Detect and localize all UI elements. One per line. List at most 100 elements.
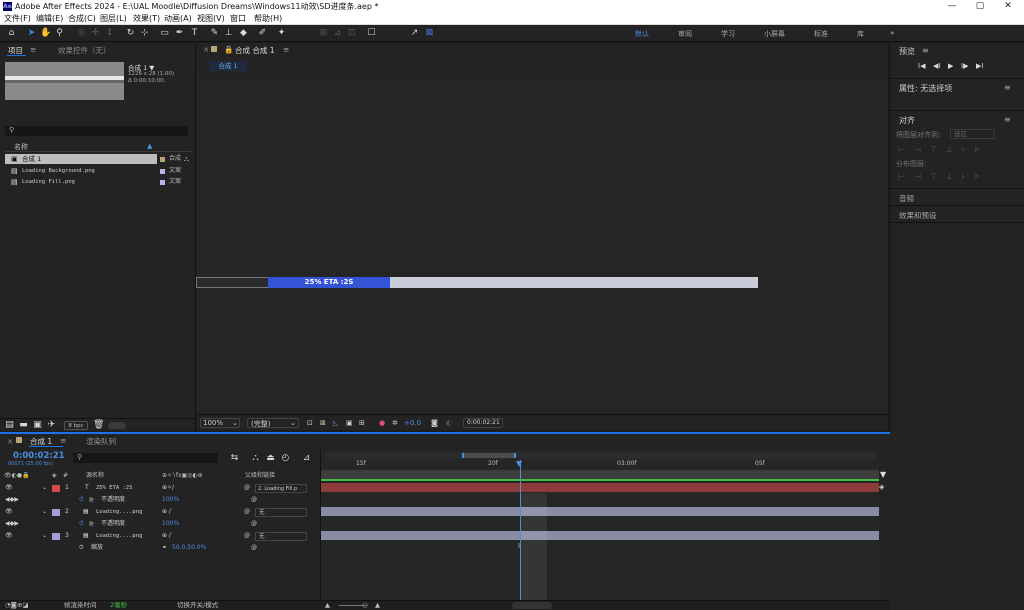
- exposure-icon[interactable]: ✲: [392, 419, 398, 427]
- graph-icon[interactable]: ⊵: [89, 494, 94, 506]
- home-icon[interactable]: ⌂: [6, 28, 17, 39]
- pen-tool-icon[interactable]: ✒: [174, 28, 185, 39]
- layer-duration-bar[interactable]: [321, 483, 879, 492]
- workspace-small-screen[interactable]: 小屏幕: [764, 29, 785, 39]
- prev-frame-button[interactable]: ◀I: [933, 62, 940, 70]
- first-frame-button[interactable]: I◀: [918, 62, 925, 70]
- project-item[interactable]: ▤ Loading Background.png 文案: [5, 166, 191, 176]
- rotate-tool-icon[interactable]: ↻: [125, 28, 136, 39]
- progress-bar-background-left[interactable]: [196, 277, 268, 288]
- menu-edit[interactable]: 编辑(E): [36, 14, 63, 24]
- zoom-out-icon[interactable]: ▲: [325, 601, 330, 610]
- parent-link-header[interactable]: 父级和链接: [245, 470, 275, 481]
- progress-bar-track[interactable]: [390, 277, 758, 288]
- rectangle-tool-icon[interactable]: ▭: [159, 28, 170, 39]
- comp-flowchart-icon[interactable]: ⇆: [229, 453, 240, 464]
- snap-checkbox[interactable]: ☐: [366, 28, 377, 39]
- work-area-end-icon[interactable]: ▼: [880, 470, 886, 479]
- fast-preview-icon[interactable]: ⊡: [307, 419, 313, 427]
- new-comp-icon[interactable]: ▣: [32, 420, 43, 431]
- parent-dropdown[interactable]: 无: [255, 508, 307, 517]
- thumbnail-slider[interactable]: [108, 422, 126, 429]
- stopwatch-icon[interactable]: ⏱: [79, 518, 84, 530]
- project-item[interactable]: ▣ 合成 1: [5, 154, 157, 164]
- workspace-more-button[interactable]: »: [890, 29, 894, 37]
- minimize-button[interactable]: —: [938, 0, 966, 13]
- snap-grid-icon[interactable]: ⊠: [424, 28, 435, 39]
- work-area-bar[interactable]: [321, 470, 879, 479]
- comp-breadcrumb[interactable]: 合成 1: [209, 61, 247, 71]
- menu-window[interactable]: 窗口: [230, 14, 246, 24]
- last-frame-button[interactable]: ▶I: [976, 62, 983, 70]
- table-row[interactable]: ◀◆▶ ⏱ ⊵ 不透明度 100% @: [0, 494, 320, 506]
- menu-layer[interactable]: 图层(L): [100, 14, 127, 24]
- trash-icon[interactable]: 🗑: [93, 420, 104, 431]
- menu-composition[interactable]: 合成(C): [68, 14, 96, 24]
- tab-render-queue[interactable]: 渲染队列: [86, 436, 116, 447]
- workspace-learn[interactable]: 学习: [721, 29, 735, 39]
- puppet-pin-icon[interactable]: ✦: [276, 28, 287, 39]
- project-item[interactable]: ▤ Loading Fill.png 文案: [5, 177, 191, 187]
- text-tool-icon[interactable]: T: [189, 28, 200, 39]
- constrain-proportions-icon[interactable]: ⚭: [162, 542, 167, 554]
- workspace-libraries[interactable]: 库: [857, 29, 864, 39]
- expand-chevron-icon[interactable]: ⌄: [42, 530, 47, 542]
- layer-label-swatch[interactable]: [52, 533, 60, 540]
- expression-pickwhip-icon[interactable]: @: [251, 542, 257, 554]
- property-value[interactable]: 50.0,50.0%: [172, 542, 206, 554]
- parent-pickwhip-icon[interactable]: @: [244, 506, 250, 518]
- expression-pickwhip-icon[interactable]: @: [251, 494, 257, 506]
- stopwatch-icon[interactable]: ⏱: [79, 494, 84, 506]
- switches-header-icons[interactable]: ⊕✧∖fx▣◎◐⊛: [162, 470, 203, 481]
- menu-file[interactable]: 文件(F): [4, 14, 31, 24]
- property-value[interactable]: 100%: [162, 518, 179, 530]
- hand-tool-icon[interactable]: ✋: [40, 28, 51, 39]
- table-row[interactable]: ◀◆▶ ⏱ ⊵ 不透明度 100% @: [0, 518, 320, 530]
- close-tab-icon[interactable]: ×: [203, 45, 209, 54]
- motion-blur-icon[interactable]: ◴: [280, 453, 291, 464]
- transparency-grid-icon[interactable]: ⊠: [320, 419, 326, 427]
- layer-switches[interactable]: ⊕ /: [162, 530, 171, 542]
- region-of-interest-icon[interactable]: ▣: [346, 419, 353, 427]
- audio-panel-title[interactable]: 音频: [899, 193, 914, 204]
- label-color-swatch[interactable]: [160, 157, 165, 162]
- zoom-tool-icon[interactable]: ⚲: [54, 28, 65, 39]
- interpret-footage-icon[interactable]: ▤: [4, 420, 15, 431]
- color-channel-icon[interactable]: ●: [379, 419, 385, 427]
- workspace-default[interactable]: 默认: [635, 29, 649, 39]
- workspace-review[interactable]: 审阅: [678, 29, 692, 39]
- composition-viewer[interactable]: [196, 74, 888, 414]
- local-axis-icon[interactable]: ⊞: [318, 28, 329, 39]
- visibility-icon[interactable]: 👁: [5, 482, 13, 494]
- layer-duration-bar[interactable]: [321, 507, 879, 516]
- layer-name[interactable]: 25% ETA :2S: [96, 482, 132, 494]
- draft-3d-icon[interactable]: ⛬: [250, 453, 261, 464]
- roto-brush-icon[interactable]: ✐: [257, 28, 268, 39]
- clone-stamp-icon[interactable]: ⊥: [223, 28, 234, 39]
- layer-label-swatch[interactable]: [52, 485, 60, 492]
- graph-editor-icon[interactable]: ⊿: [301, 453, 312, 464]
- comp-marker-icon[interactable]: ◈: [879, 483, 884, 491]
- zoom-slider-handle[interactable]: ○: [362, 601, 368, 610]
- parent-pickwhip-icon[interactable]: @: [244, 482, 250, 494]
- exposure-value[interactable]: +0.0: [404, 419, 421, 427]
- toggle-switches-modes[interactable]: 切换开关/模式: [177, 601, 218, 610]
- workspace-standard[interactable]: 标准: [814, 29, 828, 39]
- anchor-point-tool-icon[interactable]: ⊹: [139, 28, 150, 39]
- eraser-tool-icon[interactable]: ◆: [238, 28, 249, 39]
- menu-help[interactable]: 帮助(H): [254, 14, 282, 24]
- project-search-input[interactable]: ⚲: [5, 126, 188, 136]
- lock-icon[interactable]: 🔒: [224, 45, 233, 54]
- current-time-indicator[interactable]: [520, 460, 521, 600]
- parent-dropdown[interactable]: 无: [255, 532, 307, 541]
- snap-option-icon[interactable]: ↗: [409, 28, 420, 39]
- progress-bar-fill[interactable]: 25% ETA :2S: [268, 277, 390, 288]
- expand-chevron-icon[interactable]: ⌄: [42, 482, 47, 494]
- layer-switches[interactable]: ⊕ /: [162, 506, 171, 518]
- menu-effect[interactable]: 效果(T): [133, 14, 160, 24]
- close-button[interactable]: ✕: [994, 0, 1022, 13]
- zoom-in-icon[interactable]: ▲: [375, 601, 380, 610]
- horizontal-scrollbar[interactable]: [512, 602, 552, 609]
- orbit-camera-icon[interactable]: ◎: [76, 28, 87, 39]
- pan-camera-icon[interactable]: ✢: [90, 28, 101, 39]
